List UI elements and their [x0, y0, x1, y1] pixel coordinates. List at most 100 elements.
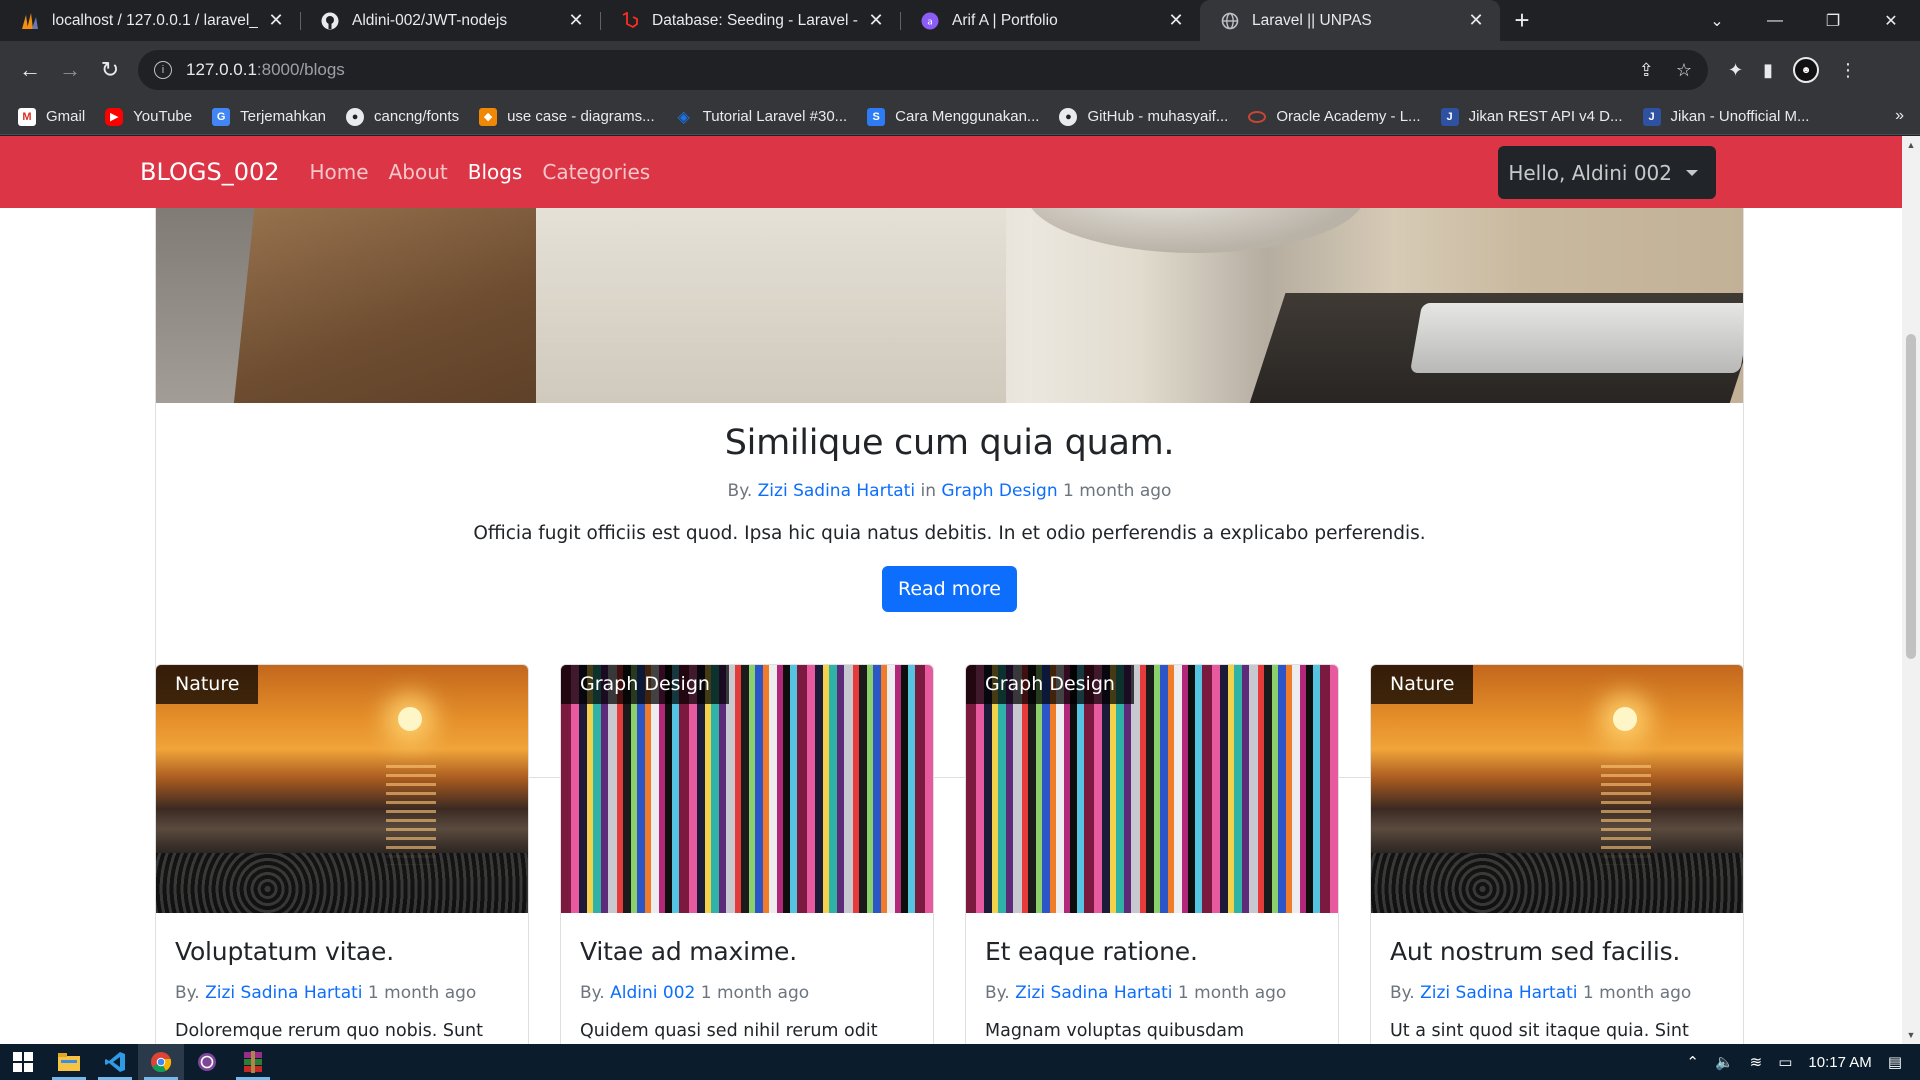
google-translate-icon: G — [212, 107, 231, 126]
bookmark-label: Cara Menggunakan... — [895, 108, 1040, 125]
bookmark-cancng-fonts[interactable]: ● cancng/fonts — [346, 107, 459, 126]
post-card: Nature Aut nostrum sed facilis. By. Zizi… — [1370, 664, 1744, 1044]
close-window-icon[interactable]: ✕ — [1862, 11, 1920, 31]
windows-start-icon[interactable] — [0, 1044, 46, 1080]
address-bar[interactable]: i 127.0.0.1:8000/blogs ⇪ ☆ — [138, 50, 1708, 90]
new-tab-button[interactable]: + — [1500, 0, 1544, 41]
category-badge[interactable]: Graph Design — [966, 665, 1134, 704]
s-icon: S — [867, 107, 886, 126]
post-title[interactable]: Vitae ad maxime. — [580, 937, 797, 966]
site-brand[interactable]: BLOGS_002 — [140, 158, 280, 186]
category-link[interactable]: Graph Design — [941, 481, 1057, 501]
nav-about[interactable]: About — [389, 160, 448, 184]
bookmark-jikan-unofficial[interactable]: J Jikan - Unofficial M... — [1642, 107, 1810, 126]
scrollbar-thumb[interactable] — [1906, 334, 1916, 659]
author-link[interactable]: Zizi Sadina Hartati — [1420, 983, 1577, 1003]
author-link[interactable]: Zizi Sadina Hartati — [1015, 983, 1172, 1003]
reload-icon[interactable]: ↻ — [90, 50, 130, 90]
user-dropdown-button[interactable]: Hello, Aldini 002 — [1498, 146, 1716, 199]
share-icon[interactable]: ⇪ — [1639, 60, 1654, 81]
post-title[interactable]: Aut nostrum sed facilis. — [1390, 937, 1680, 966]
bookmark-oracle[interactable]: Oracle Academy - L... — [1248, 108, 1421, 125]
nav-home[interactable]: Home — [310, 160, 369, 184]
page-scrollbar[interactable]: ▲ ▼ — [1902, 136, 1920, 1044]
tab-laravel-docs[interactable]: Database: Seeding - Laravel - Ker ✕ — [600, 0, 900, 41]
more-bookmarks-icon[interactable]: » — [1895, 107, 1904, 125]
bookmark-translate[interactable]: G Terjemahkan — [212, 107, 327, 126]
vscode-icon[interactable] — [92, 1044, 138, 1080]
winrar-icon[interactable] — [230, 1044, 276, 1080]
site-info-icon[interactable]: i — [154, 61, 172, 79]
tab-portfolio[interactable]: a Arif A | Portfolio ✕ — [900, 0, 1200, 41]
by-label: By. — [580, 983, 605, 1003]
system-tray: ⌃ 🔈 ≋ ▭ 10:17 AM ▤ — [1686, 1044, 1920, 1080]
tab-title: Aldini-002/JWT-nodejs — [352, 11, 508, 29]
bookmark-cara-menggunakan[interactable]: S Cara Menggunakan... — [867, 107, 1040, 126]
bookmark-tutorial-laravel[interactable]: ◈ Tutorial Laravel #30... — [675, 108, 847, 126]
globe-icon — [1220, 11, 1240, 31]
notification-icon[interactable]: ▤ — [1888, 1053, 1902, 1071]
bookmark-github-muhasyaif[interactable]: ● GitHub - muhasyaif... — [1059, 107, 1228, 126]
chevron-up-icon[interactable]: ⌃ — [1686, 1053, 1699, 1071]
post-title[interactable]: Et eaque ratione. — [985, 937, 1198, 966]
nav-blogs[interactable]: Blogs — [468, 160, 523, 184]
close-tab-icon[interactable]: ✕ — [1166, 10, 1186, 31]
bookmark-use-case[interactable]: ◆ use case - diagrams... — [479, 107, 655, 126]
close-tab-icon[interactable]: ✕ — [1466, 10, 1486, 31]
tab-github[interactable]: Aldini-002/JWT-nodejs ✕ — [300, 0, 600, 41]
category-badge[interactable]: Nature — [1371, 665, 1474, 704]
user-greeting: Hello, Aldini 002 — [1508, 160, 1672, 185]
bookmark-gmail[interactable]: M Gmail — [18, 107, 86, 126]
restore-icon[interactable]: ❐ — [1804, 11, 1862, 31]
category-badge[interactable]: Graph Design — [561, 665, 729, 704]
volume-icon[interactable]: 🔈 — [1715, 1053, 1734, 1071]
bookmark-label: Jikan - Unofficial M... — [1670, 108, 1810, 125]
bookmark-label: Gmail — [46, 108, 86, 125]
clock[interactable]: 10:17 AM — [1808, 1054, 1871, 1071]
by-label: By. — [727, 481, 753, 501]
author-link[interactable]: Aldini 002 — [610, 983, 695, 1003]
author-link[interactable]: Zizi Sadina Hartati — [205, 983, 362, 1003]
url-host: 127.0.0.1 — [186, 60, 257, 79]
category-badge[interactable]: Nature — [156, 665, 259, 704]
post-title[interactable]: Voluptatum vitae. — [175, 937, 394, 966]
post-meta: By. Aldini 002 1 month ago — [580, 983, 809, 1003]
post-excerpt: Magnam voluptas quibusdam — [985, 1021, 1245, 1041]
author-link[interactable]: Zizi Sadina Hartati — [758, 481, 915, 501]
close-tab-icon[interactable]: ✕ — [866, 10, 886, 31]
post-time: 1 month ago — [700, 983, 810, 1003]
wifi-icon[interactable]: ≋ — [1750, 1053, 1763, 1071]
close-tab-icon[interactable]: ✕ — [266, 10, 286, 31]
close-tab-icon[interactable]: ✕ — [566, 10, 586, 31]
nav-categories[interactable]: Categories — [542, 160, 650, 184]
extensions-icon[interactable]: ✦ — [1728, 60, 1743, 81]
page-viewport: BLOGS_002 Home About Blogs Categories He… — [0, 136, 1902, 1044]
url-path: :8000/blogs — [256, 60, 345, 79]
file-explorer-icon[interactable] — [46, 1044, 92, 1080]
bookmark-youtube[interactable]: ▶ YouTube — [105, 107, 192, 126]
post-excerpt: Doloremque rerum quo nobis. Sunt — [175, 1021, 484, 1041]
read-more-button[interactable]: Read more — [882, 566, 1017, 612]
battery-icon[interactable]: ▭ — [1778, 1053, 1792, 1071]
tab-search-icon[interactable]: ⌄ — [1688, 11, 1746, 31]
tab-phpmyadmin[interactable]: localhost / 127.0.0.1 / laravel_unp ✕ — [0, 0, 300, 41]
featured-post-title[interactable]: Similique cum quia quam. — [156, 423, 1743, 463]
tab-laravel-unpas[interactable]: Laravel || UNPAS ✕ — [1200, 0, 1500, 41]
chrome-menu-icon[interactable]: ⋮ — [1839, 60, 1857, 81]
by-label: By. — [1390, 983, 1415, 1003]
forward-icon[interactable]: → — [50, 50, 90, 90]
post-meta: By. Zizi Sadina Hartati 1 month ago — [1390, 983, 1691, 1003]
chrome-icon[interactable] — [138, 1044, 184, 1080]
bookmark-jikan-rest[interactable]: J Jikan REST API v4 D... — [1440, 107, 1623, 126]
tor-icon[interactable] — [184, 1044, 230, 1080]
scroll-down-icon[interactable]: ▼ — [1902, 1030, 1920, 1040]
side-panel-icon[interactable]: ▮ — [1763, 60, 1773, 81]
profile-avatar[interactable]: ☻ — [1793, 57, 1819, 83]
post-meta: By. Zizi Sadina Hartati 1 month ago — [985, 983, 1286, 1003]
minimize-icon[interactable]: — — [1746, 12, 1804, 30]
back-icon[interactable]: ← — [10, 50, 50, 90]
bookmark-label: Terjemahkan — [240, 108, 327, 125]
scroll-up-icon[interactable]: ▲ — [1902, 140, 1920, 150]
bookmark-star-icon[interactable]: ☆ — [1676, 60, 1692, 81]
window-controls: ⌄ — ❐ ✕ — [1688, 0, 1920, 41]
